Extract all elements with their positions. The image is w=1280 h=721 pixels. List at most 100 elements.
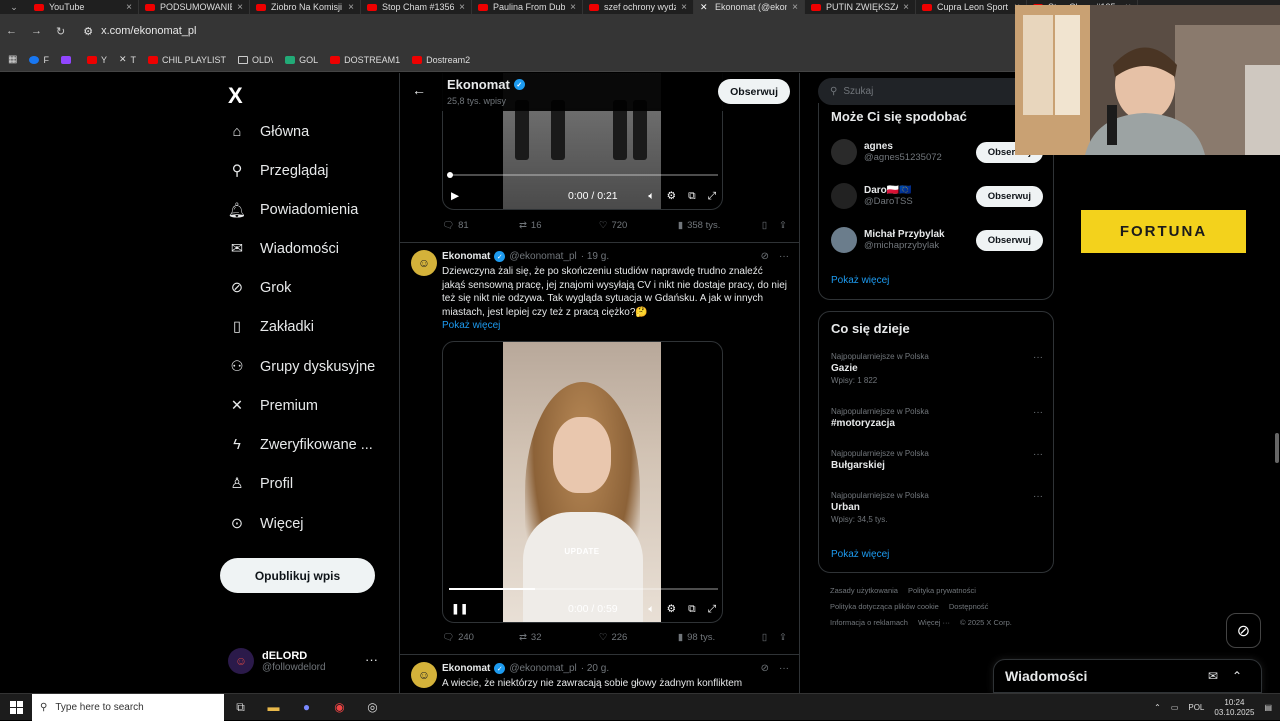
file-explorer-icon[interactable]: ▬ xyxy=(257,694,290,721)
network-icon[interactable]: ▭ xyxy=(1171,703,1179,712)
video-player[interactable]: UPDATE ❚❚ 0:00 / 0:59 🔈︎ ⚙ ⧉ ⤢ xyxy=(442,341,723,623)
user-name[interactable]: Michał Przybylak xyxy=(864,229,945,240)
pip-icon[interactable]: ⧉ xyxy=(688,190,696,203)
nav-item-x-premium[interactable]: ✕ Premium xyxy=(228,397,318,415)
account-switcher[interactable]: ☺ dELORD @followdelord ··· xyxy=(228,648,388,674)
like-button[interactable]: ♡ 226 xyxy=(599,632,678,643)
browser-tab[interactable]: Paulina From Dub × xyxy=(472,0,583,14)
footer-link[interactable]: Więcej ··· xyxy=(918,615,950,631)
browser-tab[interactable]: YouTube × xyxy=(28,0,139,14)
progress-handle[interactable] xyxy=(447,172,453,178)
bookmark-item[interactable]: ✕ T xyxy=(119,54,136,65)
nav-item-bookmark[interactable]: ▯ Zakładki xyxy=(228,318,314,336)
reply-button[interactable]: 🗨︎ 81 xyxy=(442,220,519,231)
show-more-link[interactable]: Pokaż więcej xyxy=(831,549,889,560)
x-logo-icon[interactable]: X xyxy=(228,83,243,109)
browser-tab[interactable]: ✕ Ekonomat (@ekon × xyxy=(694,0,805,14)
nav-item-more-circle[interactable]: ⊙ Więcej xyxy=(228,515,304,533)
notifications-icon[interactable]: ▤ xyxy=(1264,703,1272,712)
close-tab-icon[interactable]: × xyxy=(681,2,687,13)
share-icon[interactable]: ⇪ xyxy=(779,632,787,643)
browser-tab[interactable]: PODSUMOWANIE × xyxy=(139,0,250,14)
avatar[interactable]: ☺ xyxy=(411,662,437,688)
views-button[interactable]: ▮ 98 tys. xyxy=(678,632,762,643)
close-tab-icon[interactable]: × xyxy=(459,2,465,13)
fullscreen-icon[interactable]: ⤢ xyxy=(708,603,716,616)
footer-link[interactable]: © 2025 X Corp. xyxy=(960,615,1012,631)
settings-icon[interactable]: ⚙ xyxy=(667,190,676,203)
grok-icon[interactable]: ⊘ xyxy=(1226,613,1261,648)
trend-item[interactable]: Najpopularniejsze w Polska Bułgarskiej ··· xyxy=(831,449,1043,471)
bookmark-item[interactable]: F xyxy=(29,54,49,65)
tweet-time[interactable]: · 19 g. xyxy=(581,251,609,262)
play-icon[interactable]: ▶ xyxy=(451,190,459,202)
pip-icon[interactable]: ⧉ xyxy=(688,603,696,616)
browser-tab[interactable]: Cupra Leon Sport× xyxy=(916,0,1027,14)
show-more-link[interactable]: Pokaż więcej xyxy=(831,275,889,286)
video-progress-bar[interactable] xyxy=(449,588,718,590)
more-dots-icon[interactable]: ··· xyxy=(779,663,789,674)
more-dots-icon[interactable]: ··· xyxy=(1033,352,1043,363)
bookmark-item[interactable]: GOL xyxy=(285,54,318,65)
reply-button[interactable]: 🗨︎ 240 xyxy=(442,632,519,643)
tweet-time[interactable]: · 20 g. xyxy=(581,663,609,674)
nav-item-grok[interactable]: ⊘ Grok xyxy=(228,279,292,297)
bookmark-icon[interactable]: ▯ xyxy=(762,632,767,643)
repost-button[interactable]: ⇄ 16 xyxy=(519,220,599,231)
grok-icon[interactable]: ⊘ xyxy=(761,251,769,262)
reload-icon[interactable]: ↻ xyxy=(56,25,65,38)
volume-icon[interactable]: 🔈︎ xyxy=(648,603,654,616)
close-tab-icon[interactable]: × xyxy=(126,2,132,13)
pause-icon[interactable]: ❚❚ xyxy=(451,603,469,615)
close-tab-icon[interactable]: × xyxy=(570,2,576,13)
bookmark-icon[interactable]: ▯ xyxy=(762,220,767,231)
footer-link[interactable]: Polityka prywatności xyxy=(908,583,976,599)
bookmark-item[interactable]: OLD\ xyxy=(238,54,273,65)
who-to-follow-item[interactable]: Michał Przybylak @michaprzybylak Obserwuj xyxy=(831,227,1043,253)
close-tab-icon[interactable]: × xyxy=(348,2,354,13)
avatar[interactable] xyxy=(831,139,857,165)
follow-button[interactable]: Obserwuj xyxy=(975,229,1043,251)
nav-item-profile[interactable]: ♙ Profil xyxy=(228,475,294,493)
windows-start-icon[interactable] xyxy=(0,694,32,721)
trend-item[interactable]: Najpopularniejsze w Polska #motoryzacja ··… xyxy=(831,407,1043,429)
trend-item[interactable]: Najpopularniejsze w Polska Gazie Wpisy: 1 … xyxy=(831,352,1043,385)
who-to-follow-item[interactable]: Daro🇵🇱🇪🇺 @DaroTSS Obserwuj xyxy=(831,183,1043,209)
browser-tab[interactable]: Ziobro Na Komisji × xyxy=(250,0,361,14)
more-dots-icon[interactable]: ··· xyxy=(779,251,789,262)
footer-link[interactable]: Zasady użytkowania xyxy=(830,583,898,599)
browser-tab[interactable]: Stop Cham #1356 × xyxy=(361,0,472,14)
nav-item-bell[interactable]: 🔔︎ Powiadomienia xyxy=(228,201,359,219)
apps-grid-icon[interactable]: ▦ xyxy=(8,54,17,65)
repost-button[interactable]: ⇄ 32 xyxy=(519,632,599,643)
views-button[interactable]: ▮ 358 tys. xyxy=(678,220,762,231)
more-dots-icon[interactable]: ··· xyxy=(1033,449,1043,460)
bookmark-item[interactable]: CHIL PLAYLIST xyxy=(148,54,226,65)
back-arrow-icon[interactable]: ← xyxy=(412,82,426,98)
follow-button[interactable]: Obserwuj xyxy=(975,185,1043,207)
site-settings-icon[interactable]: ⚙ xyxy=(83,25,93,38)
follow-button[interactable]: Obserwuj xyxy=(718,79,790,104)
user-name[interactable]: Daro🇵🇱🇪🇺 xyxy=(864,185,913,196)
close-tab-icon[interactable]: × xyxy=(237,2,243,13)
bookmark-item[interactable]: Dostream2 xyxy=(412,54,470,65)
clock[interactable]: 10:24 03.10.2025 xyxy=(1214,698,1254,718)
obs-icon[interactable]: ◎ xyxy=(356,694,389,721)
like-button[interactable]: ♡ 720 xyxy=(599,220,678,231)
tab-list-chevron-icon[interactable]: ⌄ xyxy=(0,0,28,14)
who-to-follow-item[interactable]: agnes @agnes51235072 Obserwuj xyxy=(831,139,1043,165)
discord-icon[interactable]: ● xyxy=(290,694,323,721)
share-icon[interactable]: ⇪ xyxy=(779,220,787,231)
language-indicator[interactable]: POL xyxy=(1188,703,1204,712)
footer-link[interactable]: Polityka dotycząca plików cookie xyxy=(830,599,939,615)
avatar[interactable]: ☺ xyxy=(411,250,437,276)
nav-item-mail[interactable]: ✉ Wiadomości xyxy=(228,240,339,258)
close-tab-icon[interactable]: × xyxy=(792,2,798,13)
settings-icon[interactable]: ⚙ xyxy=(667,603,676,616)
fullscreen-icon[interactable]: ⤢ xyxy=(708,190,716,203)
browser-tab[interactable]: PUTIN ZWIĘKSZA × xyxy=(805,0,916,14)
nav-item-home[interactable]: ⌂ Główna xyxy=(228,123,310,141)
post-button[interactable]: Opublikuj wpis xyxy=(220,558,375,593)
video-progress-bar[interactable] xyxy=(447,172,718,178)
tweet-author[interactable]: Ekonomat xyxy=(442,663,490,674)
